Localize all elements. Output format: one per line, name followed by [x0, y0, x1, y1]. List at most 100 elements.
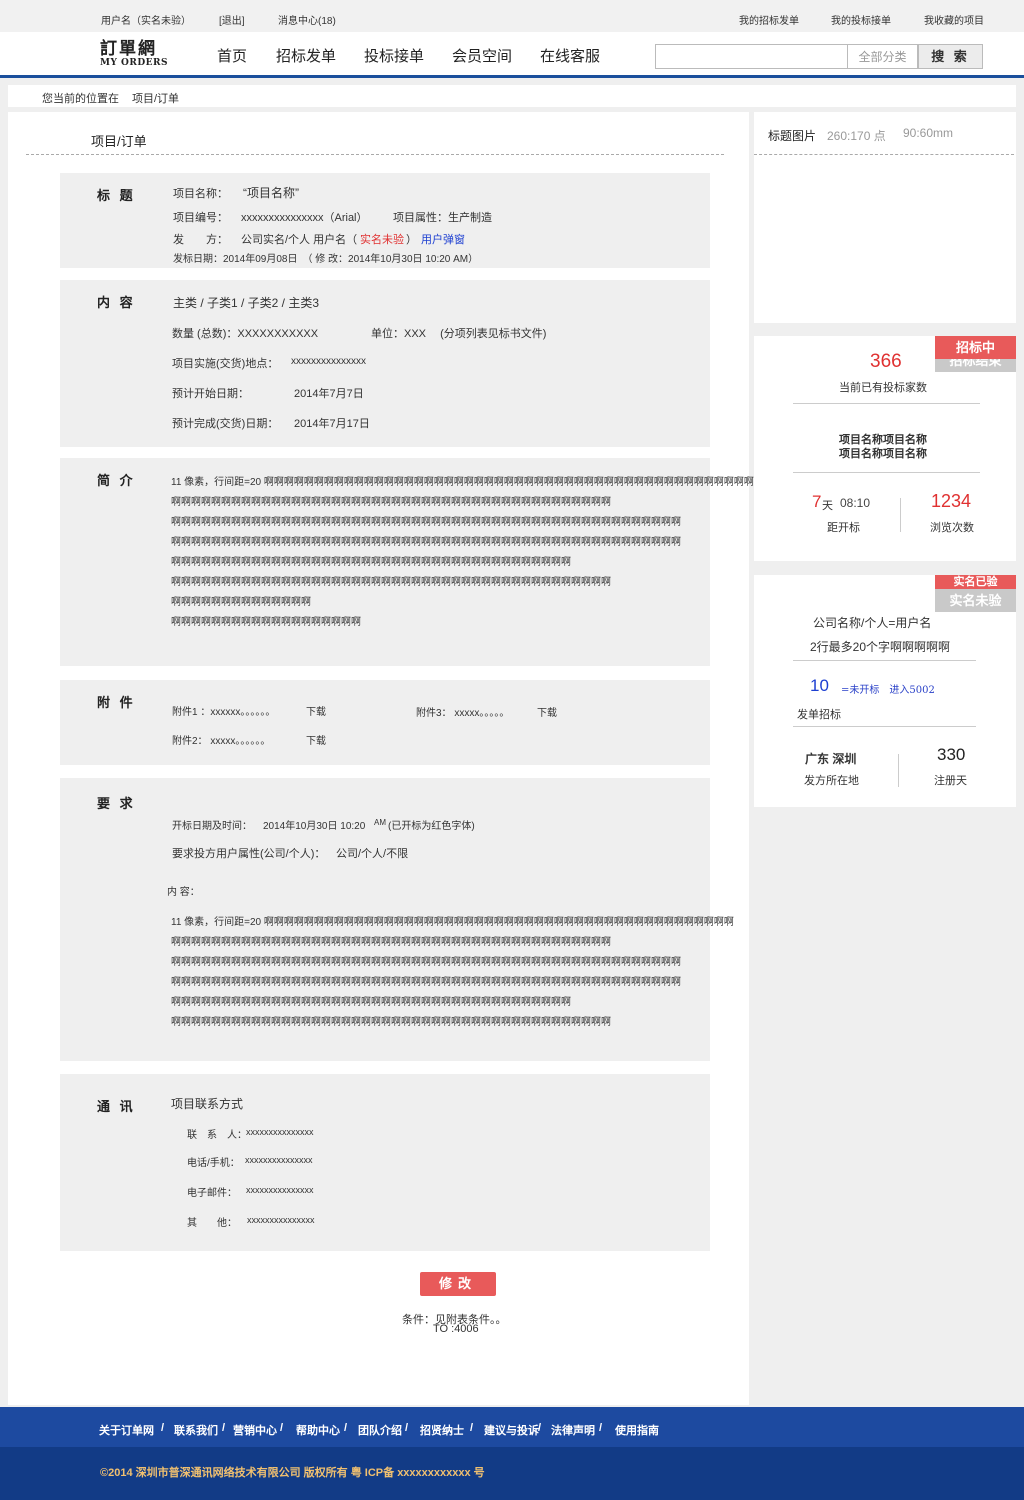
image-size: 260:170 点: [827, 129, 886, 143]
footer-sep: /: [538, 1422, 542, 1434]
messages-link[interactable]: 消息中心(18): [278, 12, 336, 27]
project-attr: 项目属性：生产制造: [393, 212, 492, 224]
issuer-status: 实名未验: [360, 234, 404, 246]
dates: 发标日期：2014年09月08日 （ 修 改：2014年10月30日 10:20…: [173, 254, 479, 265]
content-section: 内 容 主类 / 子类1 / 子类2 / 主类3 数量 (总数)：XXXXXXX…: [60, 280, 710, 447]
intro-line: 啊啊啊啊啊啊啊啊啊啊啊啊啊啊啊啊啊啊啊: [171, 617, 361, 628]
divider: [898, 754, 899, 787]
attachment-1: 附件1 ：xxxxxx。。。。。。: [172, 707, 276, 718]
my-tenders-link[interactable]: 我的招标发单: [739, 12, 799, 27]
open-am: AM: [374, 818, 386, 827]
footer-link-contact[interactable]: 联系我们: [174, 1422, 218, 1438]
phone-value: xxxxxxxxxxxxxxx: [245, 1155, 313, 1165]
req-line: 11 像素，行间距=20 啊啊啊啊啊啊啊啊啊啊啊啊啊啊啊啊啊啊啊啊啊啊啊啊啊啊啊…: [171, 917, 734, 928]
open-label: 开标日期及时间：: [172, 821, 252, 832]
divider: [793, 726, 976, 727]
project-name-value: “项目名称”: [243, 186, 299, 200]
attachment-3: 附件3： xxxxx。。。。。: [416, 708, 510, 719]
tender-note-link[interactable]: =未开标 进入5002: [841, 681, 935, 696]
req-line: 啊啊啊啊啊啊啊啊啊啊啊啊啊啊啊啊啊啊啊啊啊啊啊啊啊啊啊啊啊啊啊啊啊啊啊啊啊啊啊啊…: [171, 977, 681, 988]
issuer-location-label: 发方所在地: [804, 775, 859, 787]
search-button[interactable]: 搜 索: [918, 44, 983, 69]
divider: [793, 403, 980, 404]
company-name: 公司名称/个人=用户名: [813, 616, 932, 630]
footer-link-feedback[interactable]: 建议与投诉: [484, 1422, 539, 1438]
intro-line: 啊啊啊啊啊啊啊啊啊啊啊啊啊啊: [171, 597, 311, 608]
search-category-select[interactable]: 全部分类: [848, 44, 918, 69]
footer-link-marketing[interactable]: 营销中心: [233, 1422, 277, 1438]
my-bids-link[interactable]: 我的投标接单: [831, 12, 891, 27]
issuer-location: 广东 深圳: [805, 752, 857, 766]
req-line: 啊啊啊啊啊啊啊啊啊啊啊啊啊啊啊啊啊啊啊啊啊啊啊啊啊啊啊啊啊啊啊啊啊啊啊啊啊啊啊啊…: [171, 1017, 611, 1028]
nav-member[interactable]: 会员空间: [452, 45, 512, 66]
category-path: 主类 / 子类1 / 子类2 / 主类3: [173, 296, 320, 310]
main-content: 项目/订单 标 题 项目名称： “项目名称” 项目编号： xxxxxxxxxxx…: [8, 112, 784, 1405]
section-header: 附 件: [97, 695, 136, 710]
intro-line: 11 像素，行间距=20 啊啊啊啊啊啊啊啊啊啊啊啊啊啊啊啊啊啊啊啊啊啊啊啊啊啊啊…: [171, 477, 784, 488]
tender-label: 发单招标: [797, 709, 841, 721]
nav-home[interactable]: 首页: [217, 45, 247, 66]
contact-label: 联 系 人：: [187, 1130, 247, 1141]
attachment-1-download-link[interactable]: 下载: [306, 703, 326, 718]
intro-section: 简 介 11 像素，行间距=20 啊啊啊啊啊啊啊啊啊啊啊啊啊啊啊啊啊啊啊啊啊啊啊…: [60, 458, 784, 666]
intro-line: 啊啊啊啊啊啊啊啊啊啊啊啊啊啊啊啊啊啊啊啊啊啊啊啊啊啊啊啊啊啊啊啊啊啊啊啊啊啊啊啊…: [171, 577, 611, 588]
footer-sep: /: [405, 1422, 409, 1434]
user-popup-link[interactable]: 用户弹窗: [421, 231, 465, 247]
search-input[interactable]: [655, 44, 848, 69]
attachment-2-download-link[interactable]: 下载: [306, 732, 326, 747]
footer-link-guide[interactable]: 使用指南: [615, 1422, 659, 1438]
project-name-label: 项目名称：: [173, 188, 228, 200]
req-line: 啊啊啊啊啊啊啊啊啊啊啊啊啊啊啊啊啊啊啊啊啊啊啊啊啊啊啊啊啊啊啊啊啊啊啊啊啊啊啊啊: [171, 997, 571, 1008]
req-line: 啊啊啊啊啊啊啊啊啊啊啊啊啊啊啊啊啊啊啊啊啊啊啊啊啊啊啊啊啊啊啊啊啊啊啊啊啊啊啊啊…: [171, 957, 681, 968]
phone-label: 电话/手机：: [187, 1158, 240, 1169]
requirements-section: 要 求 开标日期及时间： 2014年10月30日 10:20 AM (已开标为红…: [60, 778, 734, 1061]
project-no-value: xxxxxxxxxxxxxxx（Arial）: [241, 212, 368, 224]
username-link[interactable]: 用户名（实名未验）: [101, 12, 191, 27]
req-line: 啊啊啊啊啊啊啊啊啊啊啊啊啊啊啊啊啊啊啊啊啊啊啊啊啊啊啊啊啊啊啊啊啊啊啊啊啊啊啊啊…: [171, 937, 611, 948]
tab-verified[interactable]: 实名已验: [935, 575, 1016, 589]
other-value: xxxxxxxxxxxxxxx: [247, 1215, 315, 1225]
footer-sep: /: [344, 1422, 348, 1434]
footer-link-jobs[interactable]: 招贤纳士: [420, 1422, 464, 1438]
user-attr-value: 公司/个人/不限: [336, 848, 409, 860]
modify-button[interactable]: 修改: [420, 1272, 496, 1296]
footer-sep: /: [222, 1422, 226, 1434]
breadcrumb-current[interactable]: 项目/订单: [132, 90, 179, 106]
nav-tender[interactable]: 招标发单: [276, 45, 336, 66]
issuer-panel: 实名已验 实名未验 公司名称/个人=用户名 2行最多20个字啊啊啊啊啊 10 =…: [754, 575, 1016, 807]
nav-service[interactable]: 在线客服: [540, 45, 600, 66]
place-label: 项目实施(交货)地点：: [172, 358, 279, 370]
issuer-value: 公司实名/个人 用户名（: [241, 234, 358, 246]
project-name-line2: 项目名称项目名称: [839, 448, 927, 460]
email-label: 电子邮件：: [187, 1188, 237, 1199]
divider: [793, 472, 980, 473]
divider: [793, 660, 976, 661]
attachment-2: 附件2： xxxxx。。。。。。: [172, 736, 271, 747]
tab-unverified[interactable]: 实名未验: [935, 589, 1016, 612]
nav-bid[interactable]: 投标接单: [364, 45, 424, 66]
start-label: 预计开始日期：: [172, 388, 249, 400]
section-header: 标 题: [97, 188, 136, 203]
divider: [754, 154, 1014, 155]
footer-link-team[interactable]: 团队介绍: [358, 1422, 402, 1438]
footer-link-about[interactable]: 关于订单网: [99, 1422, 154, 1438]
bid-count: 366: [870, 351, 902, 372]
footer-sep: /: [470, 1422, 474, 1434]
tab-in-progress[interactable]: 招标中: [935, 336, 1016, 359]
attachment-section: 附 件 附件1 ：xxxxxx。。。。。。 下载 附件2： xxxxx。。。。。…: [60, 680, 710, 765]
attachment-3-download-link[interactable]: 下载: [537, 704, 557, 719]
intro-line: 啊啊啊啊啊啊啊啊啊啊啊啊啊啊啊啊啊啊啊啊啊啊啊啊啊啊啊啊啊啊啊啊啊啊啊啊啊啊啊啊…: [171, 497, 611, 508]
to-text: TO :4006: [433, 1323, 479, 1335]
other-label: 其 他：: [187, 1218, 237, 1229]
divider: [26, 154, 724, 155]
logout-link[interactable]: [退出]: [219, 12, 245, 27]
footer-link-legal[interactable]: 法律声明: [551, 1422, 595, 1438]
footer-link-help[interactable]: 帮助中心: [296, 1422, 340, 1438]
my-favorites-link[interactable]: 我收藏的项目: [924, 12, 984, 27]
issuer-label: 发 方：: [173, 234, 228, 246]
footer-links: 关于订单网 / 联系我们 / 营销中心 / 帮助中心 / 团队介绍 / 招贤纳士…: [0, 1407, 1024, 1447]
end-value: 2014年7月17日: [294, 418, 370, 430]
footer-sep: /: [599, 1422, 603, 1434]
header: 訂單網 MY ORDERS 首页 招标发单 投标接单 会员空间 在线客服 全部分…: [0, 32, 1024, 78]
site-logo[interactable]: 訂單網 MY ORDERS: [100, 40, 168, 68]
